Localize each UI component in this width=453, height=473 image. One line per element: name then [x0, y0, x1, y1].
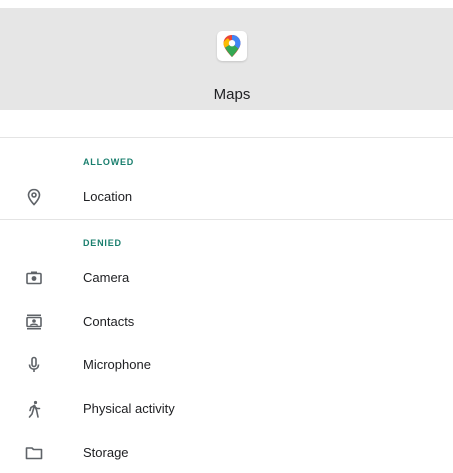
camera-icon	[24, 268, 44, 288]
divider	[0, 137, 453, 138]
walking-person-icon	[24, 399, 44, 419]
app-name-title: Maps	[213, 86, 251, 103]
permission-row-physical-activity[interactable]: Physical activity	[0, 389, 453, 429]
section-header-allowed: ALLOWED	[83, 157, 135, 167]
section-header-denied: DENIED	[83, 238, 122, 248]
permission-row-camera[interactable]: Camera	[0, 258, 453, 298]
permission-row-microphone[interactable]: Microphone	[0, 345, 453, 385]
spacer-band	[0, 110, 453, 137]
app-header: Maps	[0, 8, 453, 110]
permission-row-storage[interactable]: Storage	[0, 433, 453, 473]
permission-row-location[interactable]: Location	[0, 177, 453, 217]
permission-label: Contacts	[83, 314, 135, 329]
contacts-icon	[24, 312, 44, 332]
permission-label: Physical activity	[83, 401, 175, 416]
permission-label: Location	[83, 189, 133, 204]
folder-icon	[24, 443, 44, 463]
location-pin-icon	[24, 187, 44, 207]
permission-row-contacts[interactable]: Contacts	[0, 302, 453, 342]
permission-label: Microphone	[83, 357, 151, 372]
microphone-icon	[24, 355, 44, 375]
divider	[0, 219, 453, 220]
google-maps-pin-icon	[217, 31, 247, 61]
permission-label: Storage	[83, 445, 129, 460]
permission-label: Camera	[83, 270, 130, 285]
